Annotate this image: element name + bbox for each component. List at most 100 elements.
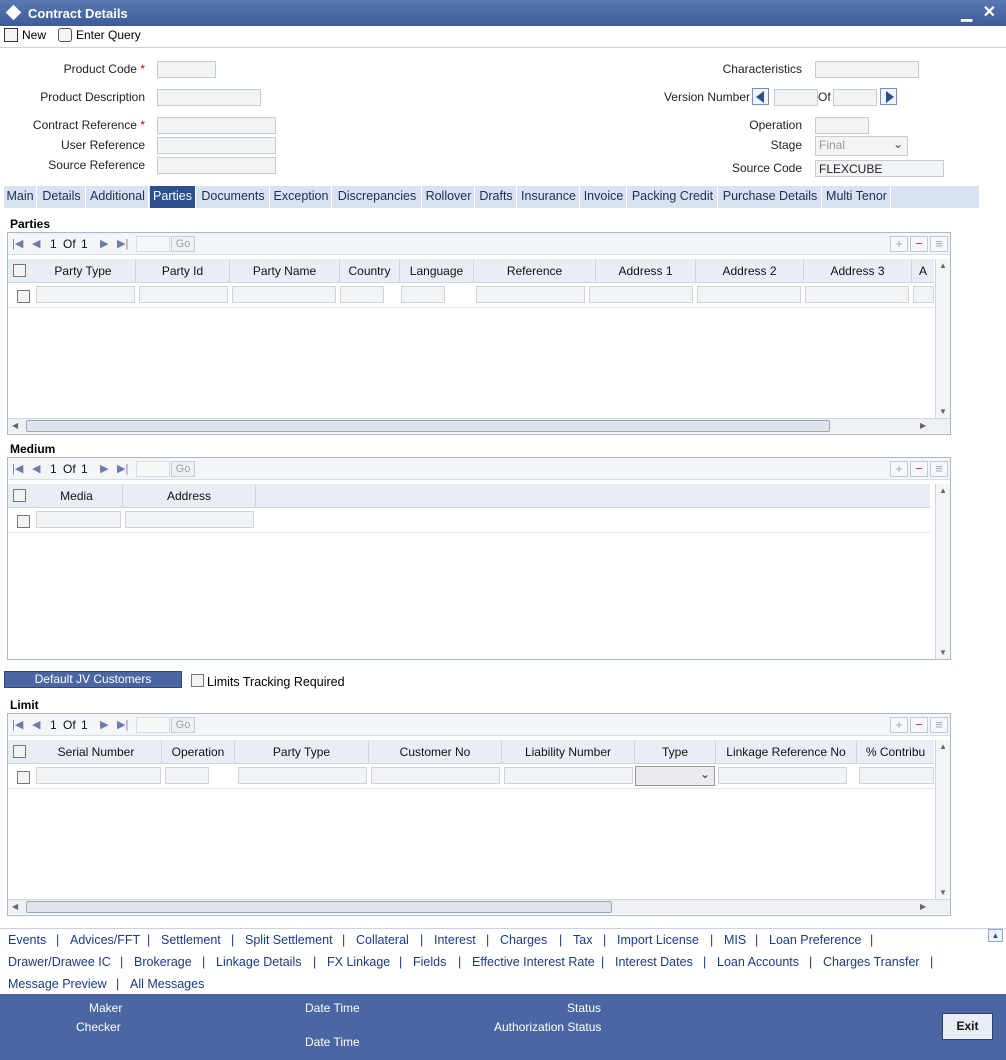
col-type[interactable]: Type [635,740,716,764]
customer-no-cell[interactable] [371,767,500,784]
product-code-input[interactable] [157,61,216,78]
stage-select[interactable]: Final ⌄ [815,136,908,156]
scroll-up-icon[interactable]: ▲ [988,929,1003,942]
product-description-input[interactable] [157,89,261,106]
scroll-down-icon[interactable]: ▼ [939,888,947,897]
address-1-cell[interactable] [589,286,693,303]
parties-vertical-scrollbar[interactable]: ▲ ▼ [935,259,950,418]
scroll-thumb[interactable] [26,901,612,913]
new-button[interactable]: New [4,28,46,42]
limit-select-all-checkbox[interactable] [13,745,26,758]
operation-cell[interactable] [165,767,209,784]
party-type-cell[interactable] [238,767,367,784]
add-row-icon[interactable]: + [890,236,908,252]
link-mis[interactable]: MIS [724,933,746,947]
medium-vertical-scrollbar[interactable]: ▲ ▼ [935,484,950,659]
scroll-up-icon[interactable]: ▲ [939,486,947,495]
reference-cell[interactable] [476,286,585,303]
party-id-cell[interactable] [139,286,228,303]
delete-row-icon[interactable]: − [910,717,928,733]
prev-page-icon[interactable]: ◀ [32,718,40,731]
limits-tracking-checkbox[interactable] [191,674,204,687]
version-next-button[interactable] [880,88,897,105]
link-message-preview[interactable]: Message Preview [8,977,107,991]
medium-go-button[interactable]: Go [171,461,195,477]
tab-discrepancies[interactable]: Discrepancies [333,186,422,208]
col-party-type[interactable]: Party Type [31,259,136,283]
link-events[interactable]: Events [8,933,46,947]
tab-invoice[interactable]: Invoice [581,186,627,208]
first-page-icon[interactable]: |◀ [12,237,23,250]
scroll-thumb[interactable] [26,420,830,432]
col-address-3[interactable]: Address 3 [804,259,912,283]
default-jv-customers-button[interactable]: Default JV Customers [4,671,182,688]
col-reference[interactable]: Reference [474,259,596,283]
scroll-left-icon[interactable]: ◀ [12,421,18,430]
medium-select-all-checkbox[interactable] [13,489,26,502]
link-linkage-details[interactable]: Linkage Details [216,955,301,969]
liability-number-cell[interactable] [504,767,633,784]
tab-exception[interactable]: Exception [271,186,332,208]
link-all-messages[interactable]: All Messages [130,977,204,991]
user-reference-input[interactable] [157,137,276,154]
tab-purchase-details[interactable]: Purchase Details [719,186,822,208]
close-icon[interactable]: ✕ [983,2,996,22]
scroll-up-icon[interactable]: ▲ [939,261,947,270]
list-view-icon[interactable]: ≡ [930,717,948,733]
address-3-cell[interactable] [805,286,909,303]
scroll-right-icon[interactable]: ▶ [920,421,926,430]
row-checkbox[interactable] [17,771,30,784]
characteristics-input[interactable] [815,61,919,78]
list-view-icon[interactable]: ≡ [930,461,948,477]
link-charges[interactable]: Charges [500,933,547,947]
enter-query-button[interactable]: Enter Query [58,28,141,42]
row-checkbox[interactable] [17,290,30,303]
col-operation[interactable]: Operation [162,740,235,764]
scroll-down-icon[interactable]: ▼ [939,648,947,657]
col-linkage-reference-no[interactable]: Linkage Reference No [716,740,857,764]
col-language[interactable]: Language [400,259,474,283]
type-select[interactable]: ⌄ [635,766,715,786]
limit-horizontal-scrollbar[interactable]: ◀ ▶ [8,899,950,914]
link-effective-interest-rate[interactable]: Effective Interest Rate [472,955,595,969]
address-2-cell[interactable] [697,286,801,303]
next-page-icon[interactable]: ▶ [100,462,108,475]
link-split-settlement[interactable]: Split Settlement [245,933,333,947]
language-cell[interactable] [401,286,445,303]
parties-page-input[interactable] [136,236,170,252]
tab-drafts[interactable]: Drafts [476,186,517,208]
first-page-icon[interactable]: |◀ [12,462,23,475]
col-contribution[interactable]: % Contribu [857,740,934,764]
link-interest[interactable]: Interest [434,933,476,947]
tab-insurance[interactable]: Insurance [518,186,580,208]
tab-rollover[interactable]: Rollover [423,186,475,208]
first-page-icon[interactable]: |◀ [12,718,23,731]
link-settlement[interactable]: Settlement [161,933,221,947]
link-interest-dates[interactable]: Interest Dates [615,955,693,969]
limit-page-input[interactable] [136,717,170,733]
exit-button[interactable]: Exit [942,1013,993,1040]
scroll-right-icon[interactable]: ▶ [920,902,926,911]
address-cell[interactable] [125,511,254,528]
last-page-icon[interactable]: ▶| [117,718,128,731]
contribution-cell[interactable] [859,767,934,784]
link-import-license[interactable]: Import License [617,933,699,947]
col-address-1[interactable]: Address 1 [596,259,696,283]
next-page-icon[interactable]: ▶ [100,718,108,731]
col-party-id[interactable]: Party Id [136,259,230,283]
country-cell[interactable] [340,286,384,303]
link-brokerage[interactable]: Brokerage [134,955,192,969]
limit-go-button[interactable]: Go [171,717,195,733]
minimize-icon[interactable]: ▁ [961,5,972,22]
prev-page-icon[interactable]: ◀ [32,237,40,250]
link-tax[interactable]: Tax [573,933,592,947]
tab-multi-tenor[interactable]: Multi Tenor [823,186,891,208]
link-fx-linkage[interactable]: FX Linkage [327,955,390,969]
col-liability-number[interactable]: Liability Number [502,740,635,764]
link-drawer-drawee-ic[interactable]: Drawer/Drawee IC [8,955,111,969]
prev-page-icon[interactable]: ◀ [32,462,40,475]
col-country[interactable]: Country [340,259,400,283]
col-serial-number[interactable]: Serial Number [31,740,162,764]
link-loan-accounts[interactable]: Loan Accounts [717,955,799,969]
link-loan-preference[interactable]: Loan Preference [769,933,861,947]
